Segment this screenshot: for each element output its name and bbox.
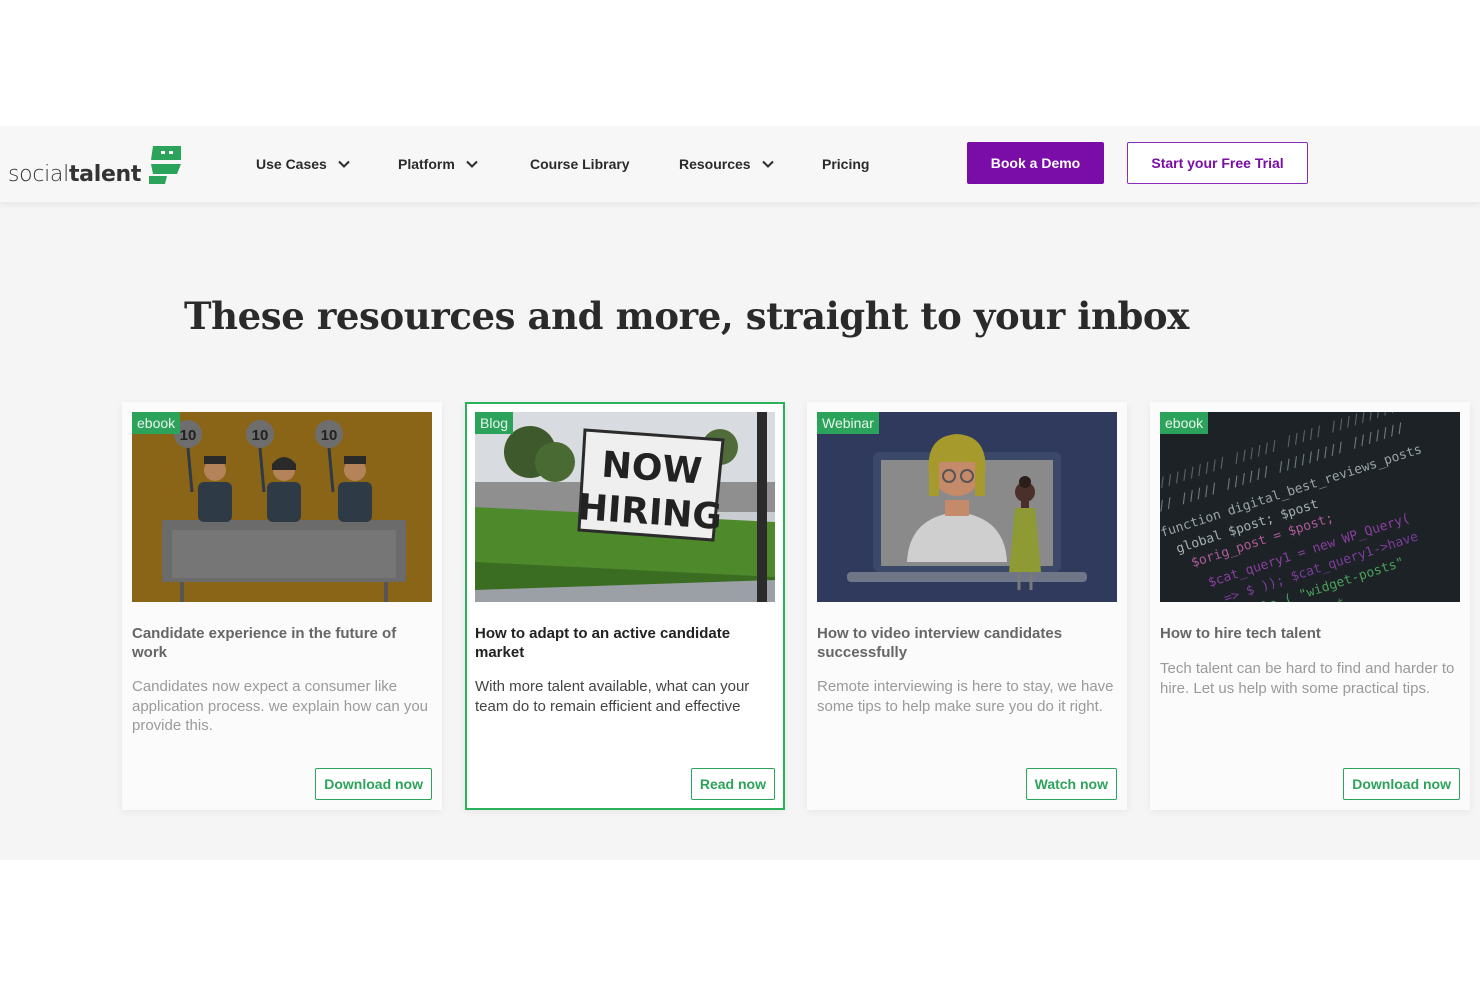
nav-use-cases-label: Use Cases: [256, 156, 327, 172]
card-title[interactable]: Candidate experience in the future of wo…: [132, 624, 432, 662]
resource-card[interactable]: 10 10 10 ebook Candidate experience in t…: [122, 402, 442, 810]
nav-course-library-label: Course Library: [530, 156, 630, 172]
content-type-badge: Blog: [475, 412, 514, 434]
now-hiring-photo-image: NOW HIRING: [475, 412, 775, 602]
code-screen-photo-image: //////////// ////// ///// ///////// ////…: [1160, 412, 1460, 602]
resources-section: These resources and more, straight to yo…: [0, 202, 1480, 860]
svg-text:10: 10: [180, 427, 197, 444]
nav-use-cases[interactable]: Use Cases: [256, 156, 351, 172]
card-title[interactable]: How to adapt to an active candidate mark…: [475, 624, 775, 662]
nav-platform[interactable]: Platform: [398, 156, 479, 172]
resource-card[interactable]: Webinar How to video interview candidate…: [807, 402, 1127, 810]
chevron-down-icon: [466, 160, 478, 168]
free-trial-button[interactable]: Start your Free Trial: [1127, 142, 1308, 184]
chevron-down-icon: [761, 160, 774, 168]
logo[interactable]: socialtalent: [8, 142, 183, 188]
nav-pricing[interactable]: Pricing: [822, 156, 869, 172]
card-description: Tech talent can be hard to find and hard…: [1160, 660, 1455, 697]
card-description: Remote interviewing is here to stay, we …: [817, 678, 1114, 715]
site-header: socialtalent Use Cases Platform Course L…: [0, 126, 1480, 202]
content-type-badge: ebook: [132, 412, 181, 434]
nav-course-library[interactable]: Course Library: [530, 156, 630, 172]
card-title[interactable]: How to video interview candidates succes…: [817, 624, 1117, 662]
logo-wordmark: socialtalent: [8, 164, 141, 186]
card-image: 10 10 10 ebook: [132, 412, 432, 602]
nav-platform-label: Platform: [398, 156, 455, 172]
read-now-button[interactable]: Read now: [690, 768, 775, 800]
download-now-button[interactable]: Download now: [315, 768, 432, 800]
nav-resources-label: Resources: [679, 156, 751, 172]
download-now-button[interactable]: Download now: [1343, 768, 1460, 800]
card-image: //////////// ////// ///// ///////// ////…: [1160, 412, 1460, 602]
judges-illustration-image: 10 10 10: [132, 412, 432, 602]
book-demo-button[interactable]: Book a Demo: [967, 142, 1104, 184]
card-image: Webinar: [817, 412, 1117, 602]
nav-pricing-label: Pricing: [822, 156, 870, 172]
logo-mark-icon: [149, 146, 182, 184]
chevron-down-icon: [338, 160, 350, 168]
card-description: Candidates now expect a consumer like ap…: [132, 678, 429, 734]
content-type-badge: Webinar: [817, 412, 879, 434]
card-description: With more talent available, what can you…: [475, 678, 750, 715]
sign-line-1: NOW: [600, 445, 703, 493]
resource-card[interactable]: NOW HIRING Blog How to adapt to an activ…: [465, 402, 785, 810]
nav-resources[interactable]: Resources: [679, 156, 775, 172]
watch-now-button[interactable]: Watch now: [1025, 768, 1117, 800]
card-title[interactable]: How to hire tech talent: [1160, 624, 1460, 643]
svg-text:10: 10: [252, 427, 269, 444]
content-type-badge: ebook: [1160, 412, 1209, 434]
logo-text-talent: talent: [68, 162, 142, 187]
svg-text:10: 10: [321, 427, 338, 444]
logo-text-social: social: [8, 162, 69, 187]
section-title: These resources and more, straight to yo…: [184, 294, 1189, 338]
video-interview-illustration-image: [817, 412, 1117, 602]
resource-card[interactable]: //////////// ////// ///// ///////// ////…: [1150, 402, 1470, 810]
card-image: NOW HIRING Blog: [475, 412, 775, 602]
